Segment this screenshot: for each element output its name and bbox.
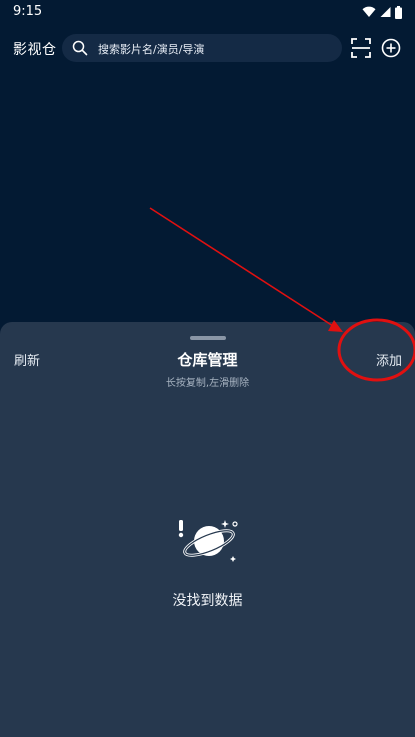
status-icons xyxy=(362,5,402,19)
annotation-arrow xyxy=(149,207,334,327)
add-circle-icon[interactable] xyxy=(381,38,401,58)
status-bar: 9:15 xyxy=(0,0,415,26)
add-button[interactable]: 添加 xyxy=(376,350,402,369)
sheet-subtitle: 长按复制,左滑删除 xyxy=(165,378,250,389)
search-icon xyxy=(72,40,88,56)
wifi-icon xyxy=(362,6,376,17)
scan-icon[interactable] xyxy=(351,38,371,58)
app-title: 影视仓 xyxy=(13,42,57,58)
drag-handle[interactable] xyxy=(190,336,226,340)
search-placeholder: 搜索影片名/演员/导演 xyxy=(98,43,205,56)
battery-icon xyxy=(395,5,402,19)
search-input[interactable]: 搜索影片名/演员/导演 xyxy=(62,34,342,62)
planet-icon xyxy=(178,520,238,562)
empty-state-text: 没找到数据 xyxy=(172,593,243,609)
sheet-title: 仓库管理 xyxy=(177,351,238,369)
cellular-signal-icon xyxy=(380,7,391,17)
repository-sheet: 刷新 仓库管理 长按复制,左滑删除 添加 没找到数据 xyxy=(0,322,415,737)
top-bar: 影视仓 搜索影片名/演员/导演 xyxy=(0,32,415,64)
status-time: 9:15 xyxy=(13,4,43,19)
